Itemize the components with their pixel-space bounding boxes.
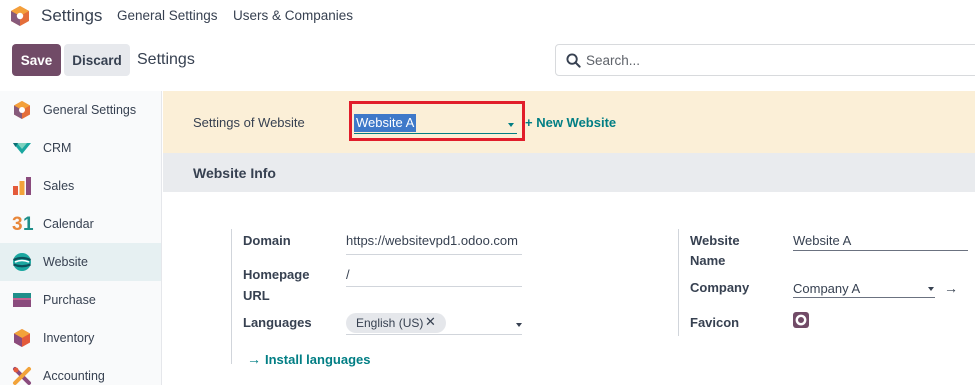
company-field[interactable]: Company A xyxy=(793,281,923,296)
language-tag: English (US) ✕ xyxy=(346,313,446,333)
install-languages-link[interactable]: Install languages xyxy=(265,352,370,367)
chevron-down-icon xyxy=(508,123,514,127)
purchase-icon xyxy=(13,293,31,307)
search-bar[interactable] xyxy=(555,44,975,76)
website-name-label-2: Name xyxy=(690,253,726,268)
website-select-value: Website A xyxy=(354,114,417,132)
website-name-underline xyxy=(793,250,968,251)
website-info-header: Website Info xyxy=(163,153,975,192)
website-select[interactable]: Website A xyxy=(354,114,517,134)
form-divider-left xyxy=(231,229,232,364)
website-settings-band: Settings of Website Website A + New Webs… xyxy=(163,91,975,153)
homepage-label-url: URL xyxy=(243,288,270,303)
menu-users-companies[interactable]: Users & Companies xyxy=(233,8,353,23)
homepage-label: Homepage xyxy=(243,267,310,282)
sidebar-item-general-settings[interactable]: General Settings xyxy=(0,91,161,129)
sidebar-item-label: Accounting xyxy=(43,369,105,383)
remove-tag-icon[interactable]: ✕ xyxy=(425,314,436,330)
sidebar-item-label: General Settings xyxy=(43,103,137,117)
domain-label: Domain xyxy=(243,233,291,248)
top-navbar: Settings General Settings Users & Compan… xyxy=(0,0,975,32)
breadcrumb-title: Settings xyxy=(137,51,195,68)
sidebar-item-label: Calendar xyxy=(43,217,94,231)
sidebar-item-calendar[interactable]: 3 1 Calendar xyxy=(0,205,161,243)
sidebar-item-inventory[interactable]: Inventory xyxy=(0,319,161,357)
company-dropdown-icon[interactable] xyxy=(928,287,934,291)
sidebar-item-label: Purchase xyxy=(43,293,96,307)
section-title: Website Info xyxy=(193,165,276,181)
company-label: Company xyxy=(690,280,750,295)
save-button[interactable]: Save xyxy=(12,44,61,76)
sidebar-item-label: Inventory xyxy=(43,331,95,345)
languages-label: Languages xyxy=(243,315,312,330)
favicon-label: Favicon xyxy=(690,315,740,330)
sidebar-item-crm[interactable]: CRM xyxy=(0,129,161,167)
menu-general-settings[interactable]: General Settings xyxy=(117,8,218,23)
domain-underline xyxy=(346,254,522,255)
language-tag-label: English (US) xyxy=(356,316,424,330)
sidebar-item-purchase[interactable]: Purchase xyxy=(0,281,161,319)
svg-text:1: 1 xyxy=(23,214,34,233)
form-divider-right xyxy=(678,229,679,336)
sidebar-item-label: Website xyxy=(43,255,88,269)
website-name-field[interactable]: Website A xyxy=(793,233,968,248)
search-icon xyxy=(566,53,581,68)
accounting-icon xyxy=(13,367,31,385)
discard-button[interactable]: Discard xyxy=(64,44,130,76)
sidebar-item-label: CRM xyxy=(43,141,72,155)
internal-link-arrow-icon[interactable]: → xyxy=(944,280,958,296)
languages-dropdown-icon[interactable] xyxy=(516,323,522,327)
favicon-image[interactable] xyxy=(793,312,809,328)
sidebar-item-website[interactable]: Website xyxy=(0,243,161,281)
svg-text:3: 3 xyxy=(12,214,23,233)
odoo-logo-icon xyxy=(14,101,30,119)
website-name-label: Website xyxy=(690,233,740,248)
homepage-underline xyxy=(346,286,522,287)
sidebar-item-accounting[interactable]: Accounting xyxy=(0,357,161,385)
website-icon xyxy=(13,253,31,271)
arrow-right-icon: → xyxy=(247,351,261,367)
homepage-url-field[interactable]: / xyxy=(346,267,522,282)
search-input[interactable] xyxy=(586,45,886,75)
company-underline xyxy=(793,297,935,298)
languages-underline xyxy=(346,334,522,335)
sidebar-item-label: Sales xyxy=(43,179,75,193)
sidebar-item-sales[interactable]: Sales xyxy=(0,167,161,205)
calendar-31-icon: 3 1 xyxy=(12,214,34,233)
sales-chart-icon xyxy=(13,177,31,195)
settings-of-website-label: Settings of Website xyxy=(193,115,305,130)
app-title[interactable]: Settings xyxy=(41,6,102,26)
settings-sidebar: General Settings CRM Sales 3 1 Calendar xyxy=(0,91,162,385)
crm-icon xyxy=(13,143,31,154)
inventory-icon xyxy=(14,329,30,347)
domain-field[interactable]: https://websitevpd1.odoo.com xyxy=(346,233,522,248)
odoo-settings-logo-icon[interactable] xyxy=(10,5,30,27)
new-website-button[interactable]: + New Website xyxy=(525,115,616,130)
